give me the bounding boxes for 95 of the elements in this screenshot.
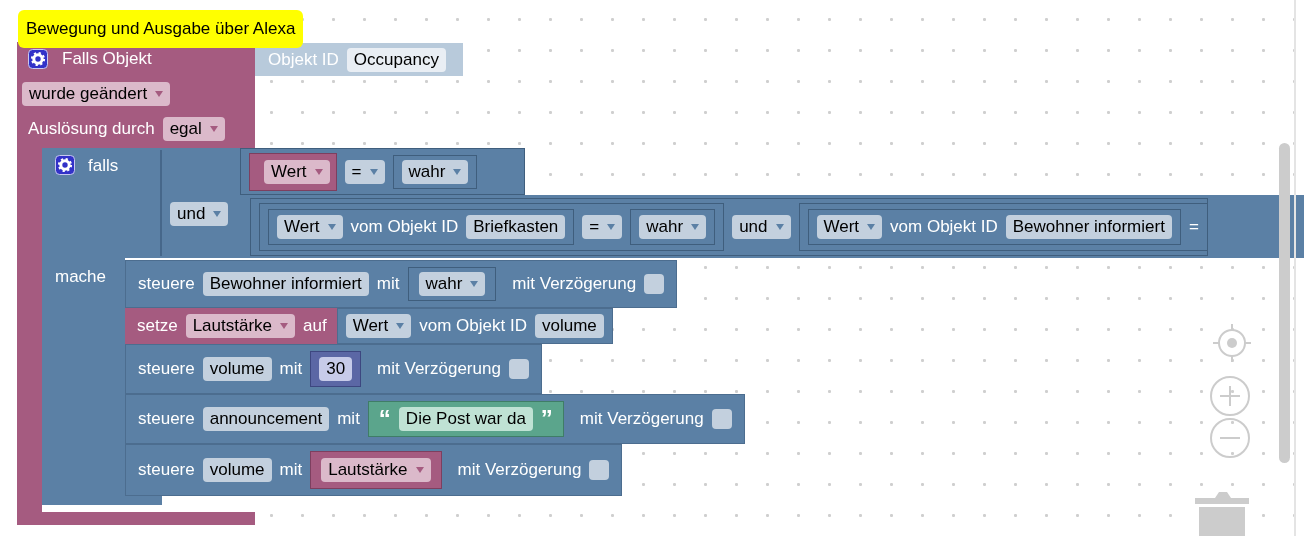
caret-icon (327, 224, 336, 230)
dropdown-field[interactable]: Wert (816, 215, 883, 239)
caret-icon (280, 323, 289, 329)
quote-mark: ” (540, 408, 553, 430)
statement-block[interactable]: steuere announcement mit “ Die Post war da ” mit Verzögerung (125, 394, 745, 444)
caret-icon (209, 126, 218, 132)
compare-block[interactable]: Wert vom Objekt ID Briefkasten = wahr (259, 203, 725, 251)
dropdown-field[interactable]: Lautstärke (321, 458, 431, 482)
value-block[interactable]: wahr (392, 154, 478, 189)
gear-icon[interactable] (28, 49, 48, 69)
block-label: setze (137, 315, 178, 337)
object-value-block[interactable]: Wert vom Objekt ID Briefkasten (268, 209, 575, 245)
block-label: mit (279, 459, 303, 481)
value-block[interactable]: wahr (407, 267, 497, 301)
block-label: mit (376, 273, 400, 295)
dropdown-field[interactable]: wahr (639, 215, 707, 239)
text-field[interactable]: Bewohner informiert (1005, 215, 1172, 239)
dropdown-field[interactable]: wahr (418, 272, 486, 296)
gear-icon[interactable] (55, 155, 75, 175)
block-label: mache (55, 266, 107, 288)
block-label: steuere (138, 358, 195, 380)
caret-icon (155, 91, 164, 97)
block-label: mit (279, 358, 303, 380)
dropdown-field[interactable]: wurde geändert (22, 82, 171, 106)
block-label: falls (88, 155, 119, 177)
dropdown-field[interactable]: Lautstärke (185, 314, 296, 338)
text-block[interactable]: “ Die Post war da ” (367, 401, 564, 437)
caret-icon (314, 168, 323, 175)
block-label: Falls Objekt (62, 48, 152, 70)
number-block[interactable]: 30 (310, 351, 362, 387)
dropdown-field[interactable]: Wert (264, 159, 330, 184)
dropdown-field[interactable]: und (170, 202, 229, 226)
block-label: = (1188, 216, 1199, 238)
statement-block[interactable]: steuere Bewohner informiert mit wahr mit Verzögerung (125, 260, 678, 308)
caret-icon (396, 323, 405, 329)
compare-block[interactable]: Wert = wahr (240, 148, 525, 195)
scrollbar[interactable] (1279, 143, 1290, 463)
dropdown-field[interactable]: = (582, 215, 623, 239)
block-label: steuere (138, 459, 195, 481)
dropdown-field[interactable]: und (732, 215, 791, 239)
block-label: steuere (138, 408, 195, 430)
caret-icon (775, 224, 784, 230)
caret-icon (867, 224, 876, 230)
trash-icon[interactable] (1195, 491, 1249, 536)
caret-icon (213, 211, 222, 217)
text-field[interactable]: 30 (319, 357, 353, 381)
zoom-out-icon[interactable] (1210, 418, 1250, 458)
statement-block[interactable]: steuere volume mit 30 mit Verzögerung (125, 344, 542, 394)
object-value-block[interactable]: Wert vom Objekt ID Bewohner informiert (807, 209, 1181, 245)
logic-block[interactable]: Wert vom Objekt ID Briefkasten = wahr und Wert vom Objekt ID Bewohner informiert = (250, 198, 1208, 256)
text-field[interactable]: Occupancy (346, 47, 446, 72)
text-field[interactable]: announcement (202, 407, 330, 431)
block-label: vom Objekt ID (350, 216, 459, 238)
checkbox[interactable] (711, 409, 732, 429)
statement-block[interactable]: steuere volume mit Lautstärke mit Verzögerung (125, 444, 623, 496)
block-label: mit (337, 408, 360, 430)
dropdown-field[interactable]: Wert (345, 314, 412, 338)
text-field[interactable]: volume (202, 458, 272, 482)
block-label: mit Verzögerung (457, 459, 582, 481)
block-label: steuere (138, 273, 195, 295)
text-field[interactable]: Briefkasten (466, 215, 566, 239)
comment-bubble: Bewegung und Ausgabe über Alexa (18, 10, 304, 48)
caret-icon (453, 168, 462, 175)
compare-block[interactable]: Wert vom Objekt ID Bewohner informiert = (798, 203, 1207, 251)
block-label: Auslösung durch (28, 118, 155, 140)
block-label: mit Verzögerung (377, 358, 501, 380)
caret-icon (691, 224, 700, 230)
dropdown-field[interactable]: egal (162, 117, 225, 141)
variable-block[interactable]: Wert (249, 152, 337, 191)
dropdown-field[interactable]: Wert (277, 215, 343, 239)
caret-icon (470, 281, 479, 287)
variable-block[interactable]: Lautstärke (310, 451, 442, 489)
text-field[interactable]: volume (202, 357, 272, 381)
value-block[interactable]: wahr (630, 209, 716, 245)
object-block[interactable]: Objekt ID Occupancy (255, 43, 463, 76)
checkbox[interactable] (644, 274, 665, 294)
checkbox[interactable] (508, 359, 529, 379)
block-label: Objekt ID (268, 48, 339, 71)
caret-icon (607, 224, 616, 230)
block-label: vom Objekt ID (890, 216, 998, 238)
text-field[interactable]: volume (534, 314, 604, 338)
text-field[interactable]: Die Post war da (398, 407, 533, 431)
recenter-icon[interactable] (1212, 323, 1252, 363)
caret-icon (369, 168, 378, 175)
zoom-in-icon[interactable] (1210, 376, 1250, 416)
object-value-block[interactable]: Wert vom Objekt ID volume (336, 308, 613, 344)
quote-mark: “ (378, 408, 391, 430)
caret-icon (415, 467, 424, 473)
block-label: auf (303, 315, 327, 337)
checkbox[interactable] (589, 460, 610, 480)
text-field[interactable]: Bewohner informiert (202, 272, 369, 296)
block-label: vom Objekt ID (419, 315, 527, 337)
block-label: mit Verzögerung (512, 273, 637, 295)
block-label: mit Verzögerung (579, 408, 704, 430)
set-block[interactable]: setze Lautstärke auf (125, 308, 337, 344)
